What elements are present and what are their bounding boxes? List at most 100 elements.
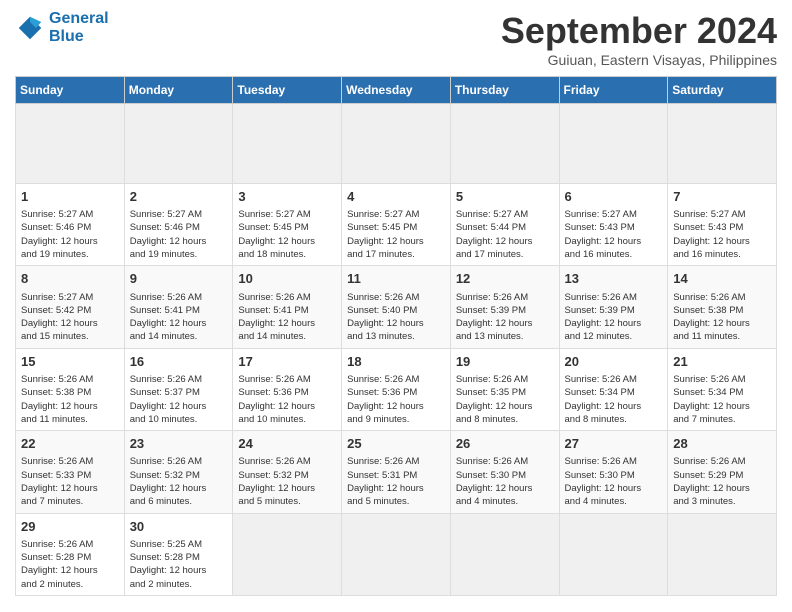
calendar-cell: 29 Sunrise: 5:26 AM Sunset: 5:28 PM Dayli… xyxy=(16,513,125,595)
calendar-cell: 16 Sunrise: 5:26 AM Sunset: 5:37 PM Dayli… xyxy=(124,348,233,430)
day-info: Sunrise: 5:26 AM Sunset: 5:32 PM Dayligh… xyxy=(238,455,336,508)
calendar-cell: 14 Sunrise: 5:26 AM Sunset: 5:38 PM Dayli… xyxy=(668,266,777,348)
day-number: 29 xyxy=(21,518,119,536)
day-number: 15 xyxy=(21,353,119,371)
day-info: Sunrise: 5:27 AM Sunset: 5:43 PM Dayligh… xyxy=(673,208,771,261)
day-info: Sunrise: 5:26 AM Sunset: 5:38 PM Dayligh… xyxy=(673,291,771,344)
day-number: 21 xyxy=(673,353,771,371)
day-info: Sunrise: 5:26 AM Sunset: 5:36 PM Dayligh… xyxy=(238,373,336,426)
calendar-week-row xyxy=(16,104,777,184)
month-title: September 2024 xyxy=(501,10,777,52)
calendar-cell: 17 Sunrise: 5:26 AM Sunset: 5:36 PM Dayli… xyxy=(233,348,342,430)
logo-text: General Blue xyxy=(49,10,109,45)
day-number: 26 xyxy=(456,435,554,453)
day-info: Sunrise: 5:26 AM Sunset: 5:36 PM Dayligh… xyxy=(347,373,445,426)
day-info: Sunrise: 5:26 AM Sunset: 5:37 PM Dayligh… xyxy=(130,373,228,426)
header-monday: Monday xyxy=(124,77,233,104)
calendar-cell: 15 Sunrise: 5:26 AM Sunset: 5:38 PM Dayli… xyxy=(16,348,125,430)
day-info: Sunrise: 5:26 AM Sunset: 5:29 PM Dayligh… xyxy=(673,455,771,508)
calendar-cell: 11Sunrise: 5:26 AM Sunset: 5:40 PM Dayli… xyxy=(342,266,451,348)
calendar-cell: 9 Sunrise: 5:26 AM Sunset: 5:41 PM Daylig… xyxy=(124,266,233,348)
day-number: 12 xyxy=(456,270,554,288)
day-number: 30 xyxy=(130,518,228,536)
calendar-cell: 13Sunrise: 5:26 AM Sunset: 5:39 PM Dayli… xyxy=(559,266,668,348)
day-number: 11 xyxy=(347,270,445,288)
calendar-cell: 21 Sunrise: 5:26 AM Sunset: 5:34 PM Dayli… xyxy=(668,348,777,430)
day-number: 17 xyxy=(238,353,336,371)
calendar-week-row: 8Sunrise: 5:27 AM Sunset: 5:42 PM Daylig… xyxy=(16,266,777,348)
calendar-cell xyxy=(450,513,559,595)
day-info: Sunrise: 5:27 AM Sunset: 5:43 PM Dayligh… xyxy=(565,208,663,261)
calendar-week-row: 1Sunrise: 5:27 AM Sunset: 5:46 PM Daylig… xyxy=(16,184,777,266)
day-number: 16 xyxy=(130,353,228,371)
day-number: 18 xyxy=(347,353,445,371)
title-area: September 2024 Guiuan, Eastern Visayas, … xyxy=(501,10,777,68)
day-number: 4 xyxy=(347,188,445,206)
day-number: 24 xyxy=(238,435,336,453)
day-info: Sunrise: 5:26 AM Sunset: 5:41 PM Dayligh… xyxy=(130,291,228,344)
day-number: 22 xyxy=(21,435,119,453)
calendar-cell xyxy=(233,513,342,595)
day-info: Sunrise: 5:27 AM Sunset: 5:45 PM Dayligh… xyxy=(238,208,336,261)
day-info: Sunrise: 5:26 AM Sunset: 5:28 PM Dayligh… xyxy=(21,538,119,591)
calendar-cell: 19 Sunrise: 5:26 AM Sunset: 5:35 PM Dayli… xyxy=(450,348,559,430)
calendar-cell: 5Sunrise: 5:27 AM Sunset: 5:44 PM Daylig… xyxy=(450,184,559,266)
day-info: Sunrise: 5:26 AM Sunset: 5:38 PM Dayligh… xyxy=(21,373,119,426)
day-number: 6 xyxy=(565,188,663,206)
header-sunday: Sunday xyxy=(16,77,125,104)
day-info: Sunrise: 5:26 AM Sunset: 5:30 PM Dayligh… xyxy=(565,455,663,508)
day-info: Sunrise: 5:26 AM Sunset: 5:41 PM Dayligh… xyxy=(238,291,336,344)
day-number: 19 xyxy=(456,353,554,371)
day-number: 14 xyxy=(673,270,771,288)
calendar-week-row: 22 Sunrise: 5:26 AM Sunset: 5:33 PM Dayli… xyxy=(16,431,777,513)
calendar-cell: 3 Sunrise: 5:27 AM Sunset: 5:45 PM Daylig… xyxy=(233,184,342,266)
day-info: Sunrise: 5:26 AM Sunset: 5:35 PM Dayligh… xyxy=(456,373,554,426)
day-number: 8 xyxy=(21,270,119,288)
calendar-cell xyxy=(233,104,342,184)
day-info: Sunrise: 5:25 AM Sunset: 5:28 PM Dayligh… xyxy=(130,538,228,591)
logo: General Blue xyxy=(15,10,109,45)
page-header: General Blue September 2024 Guiuan, East… xyxy=(15,10,777,68)
day-info: Sunrise: 5:26 AM Sunset: 5:39 PM Dayligh… xyxy=(565,291,663,344)
calendar-cell: 27 Sunrise: 5:26 AM Sunset: 5:30 PM Dayli… xyxy=(559,431,668,513)
calendar-cell: 1Sunrise: 5:27 AM Sunset: 5:46 PM Daylig… xyxy=(16,184,125,266)
calendar-header-row: SundayMondayTuesdayWednesdayThursdayFrid… xyxy=(16,77,777,104)
day-number: 2 xyxy=(130,188,228,206)
calendar-cell xyxy=(559,104,668,184)
calendar-cell: 26 Sunrise: 5:26 AM Sunset: 5:30 PM Dayli… xyxy=(450,431,559,513)
header-saturday: Saturday xyxy=(668,77,777,104)
calendar-week-row: 15 Sunrise: 5:26 AM Sunset: 5:38 PM Dayli… xyxy=(16,348,777,430)
day-info: Sunrise: 5:27 AM Sunset: 5:46 PM Dayligh… xyxy=(130,208,228,261)
calendar-cell: 7 Sunrise: 5:27 AM Sunset: 5:43 PM Daylig… xyxy=(668,184,777,266)
day-info: Sunrise: 5:26 AM Sunset: 5:34 PM Dayligh… xyxy=(673,373,771,426)
calendar-cell: 12Sunrise: 5:26 AM Sunset: 5:39 PM Dayli… xyxy=(450,266,559,348)
calendar-week-row: 29 Sunrise: 5:26 AM Sunset: 5:28 PM Dayli… xyxy=(16,513,777,595)
header-thursday: Thursday xyxy=(450,77,559,104)
day-info: Sunrise: 5:26 AM Sunset: 5:30 PM Dayligh… xyxy=(456,455,554,508)
day-number: 27 xyxy=(565,435,663,453)
day-number: 5 xyxy=(456,188,554,206)
calendar-cell: 6 Sunrise: 5:27 AM Sunset: 5:43 PM Daylig… xyxy=(559,184,668,266)
day-info: Sunrise: 5:27 AM Sunset: 5:46 PM Dayligh… xyxy=(21,208,119,261)
day-number: 20 xyxy=(565,353,663,371)
location-subtitle: Guiuan, Eastern Visayas, Philippines xyxy=(501,52,777,68)
calendar-cell xyxy=(668,513,777,595)
logo-icon xyxy=(15,13,45,43)
calendar-cell: 4Sunrise: 5:27 AM Sunset: 5:45 PM Daylig… xyxy=(342,184,451,266)
calendar-table: SundayMondayTuesdayWednesdayThursdayFrid… xyxy=(15,76,777,596)
day-info: Sunrise: 5:26 AM Sunset: 5:33 PM Dayligh… xyxy=(21,455,119,508)
day-number: 9 xyxy=(130,270,228,288)
calendar-cell xyxy=(450,104,559,184)
header-wednesday: Wednesday xyxy=(342,77,451,104)
calendar-cell: 24 Sunrise: 5:26 AM Sunset: 5:32 PM Dayli… xyxy=(233,431,342,513)
day-number: 25 xyxy=(347,435,445,453)
day-number: 3 xyxy=(238,188,336,206)
calendar-cell: 28 Sunrise: 5:26 AM Sunset: 5:29 PM Dayli… xyxy=(668,431,777,513)
calendar-cell: 30 Sunrise: 5:25 AM Sunset: 5:28 PM Dayli… xyxy=(124,513,233,595)
calendar-cell: 20Sunrise: 5:26 AM Sunset: 5:34 PM Dayli… xyxy=(559,348,668,430)
day-number: 28 xyxy=(673,435,771,453)
day-number: 7 xyxy=(673,188,771,206)
calendar-cell: 22 Sunrise: 5:26 AM Sunset: 5:33 PM Dayli… xyxy=(16,431,125,513)
calendar-cell: 8Sunrise: 5:27 AM Sunset: 5:42 PM Daylig… xyxy=(16,266,125,348)
calendar-cell: 18 Sunrise: 5:26 AM Sunset: 5:36 PM Dayli… xyxy=(342,348,451,430)
